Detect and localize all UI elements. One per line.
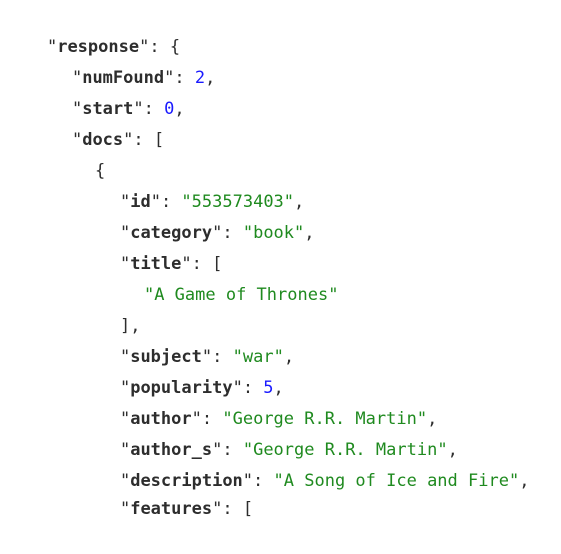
json-comma: , (205, 68, 216, 88)
json-comma: , (283, 347, 295, 367)
json-open-bracket: [ (242, 499, 254, 519)
json-line-popularity: "popularity": 5, (119, 378, 284, 398)
json-separator: : (222, 499, 243, 519)
json-line-start: "start": 0, (71, 99, 185, 119)
json-line-author-s: "author_s": "George R.R. Martin", (119, 440, 458, 460)
json-line-category: "category": "book", (119, 223, 315, 243)
json-key: features (130, 499, 213, 519)
json-string-value: book (253, 223, 295, 243)
json-string-value: A Song of Ice and Fire (283, 471, 509, 491)
json-viewer: "response": { "numFound": 2, "start": 0,… (0, 0, 561, 519)
json-line-id: "id": "553573403", (119, 192, 305, 212)
json-line-docs: "docs": [ (71, 130, 165, 150)
json-comma: , (519, 471, 530, 491)
json-open-bracket: [ (153, 130, 165, 150)
json-comma: , (174, 99, 185, 119)
json-separator: : (133, 130, 154, 150)
json-line-title-close: ], (79, 281, 140, 336)
json-separator: : (253, 471, 274, 491)
json-number-value: 2 (194, 68, 206, 88)
json-string-value: A Game of Thrones (154, 285, 329, 305)
json-line-subject: "subject": "war", (119, 347, 295, 367)
json-line-response: "response": { (46, 37, 181, 57)
json-line-description: "description": "A Song of Ice and Fire", (119, 471, 530, 491)
json-line-features: "features": [ (119, 499, 254, 519)
json-line-numfound: "numFound": 2, (71, 68, 216, 88)
json-number-value: 0 (164, 99, 175, 119)
json-line-title: "title": [ (119, 254, 223, 274)
json-separator: : (222, 223, 243, 243)
json-comma: , (304, 223, 315, 243)
json-line-doc-open: { (54, 126, 105, 181)
json-line-title-value: "A Game of Thrones" (143, 285, 339, 305)
json-line-author: "author": "George R.R. Martin", (119, 409, 438, 429)
